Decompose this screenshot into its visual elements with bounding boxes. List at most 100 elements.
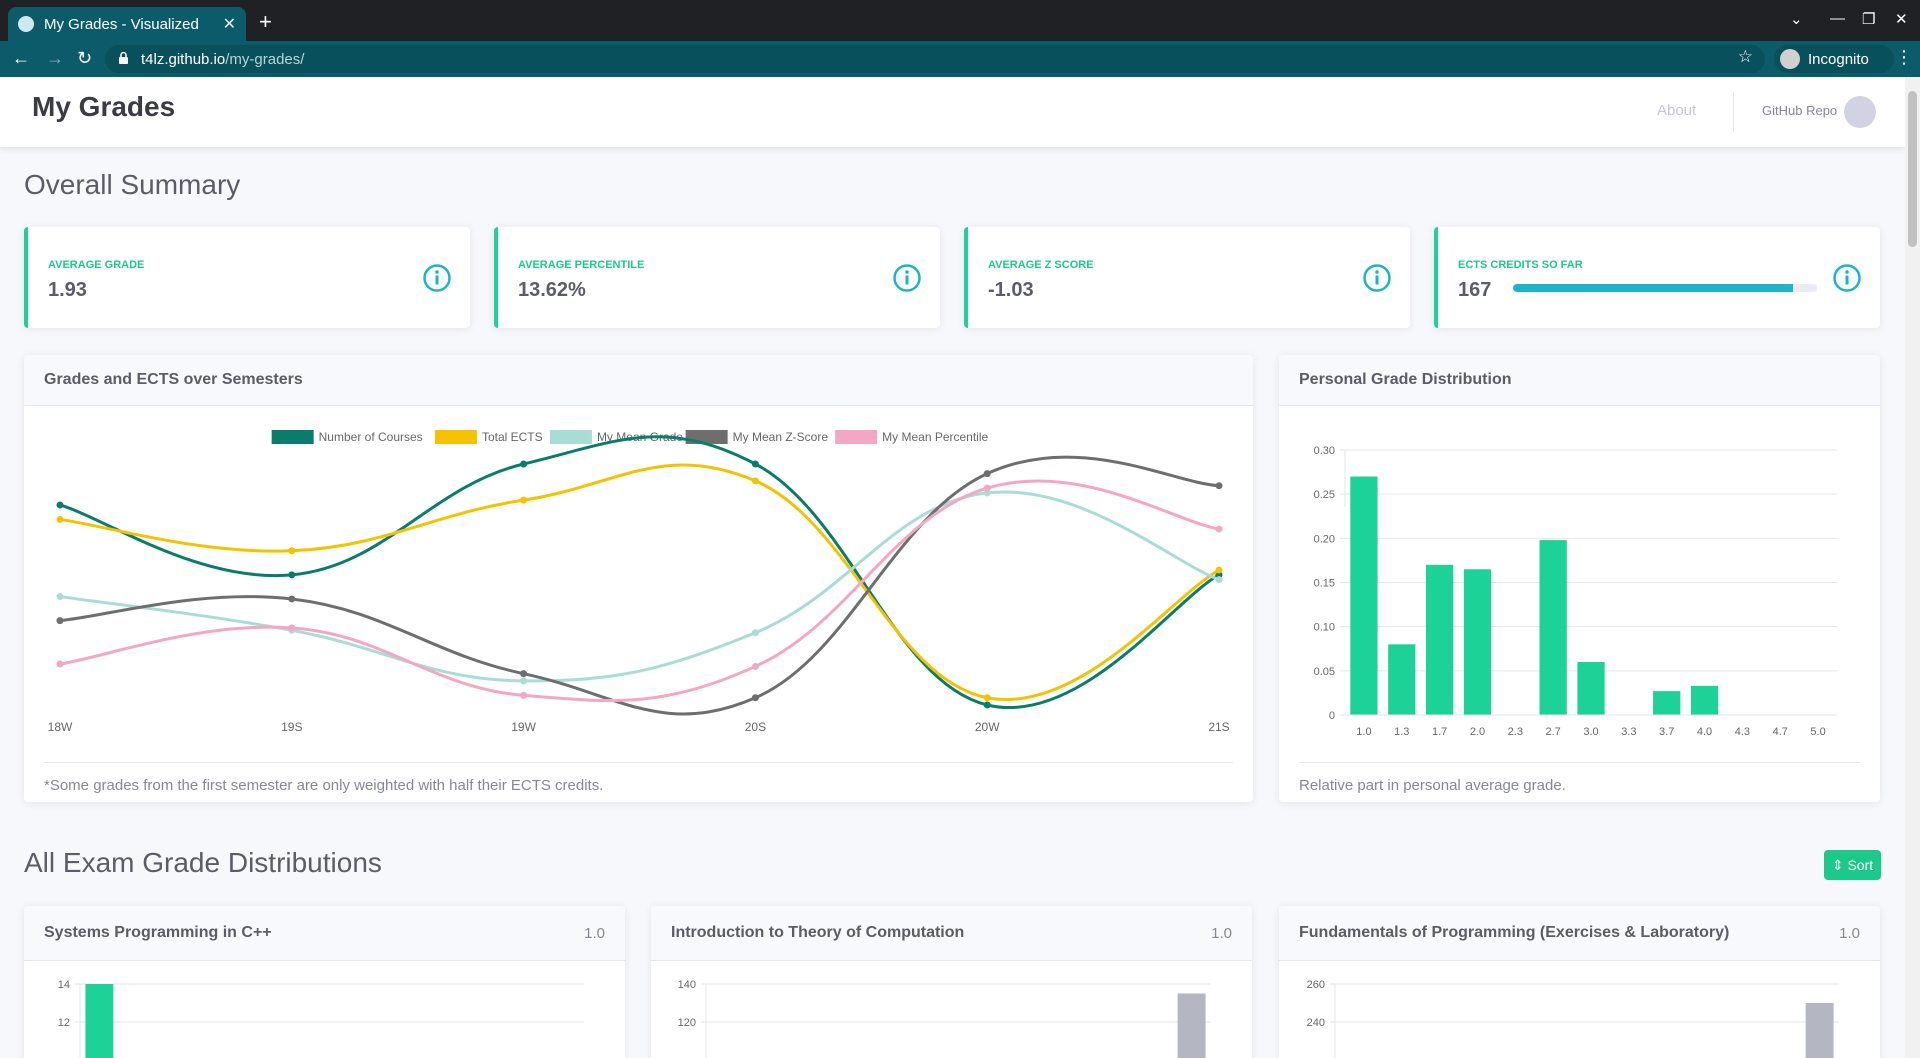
bar-1-3 — [1388, 644, 1416, 715]
url-host: t4lz.github.io — [141, 50, 226, 68]
series-line-my-mean-percentile — [59, 479, 1220, 703]
card-header: Fundamentals of Programming (Exercises &… — [1279, 906, 1880, 961]
about-link[interactable]: About — [1657, 102, 1696, 119]
card-header: Grades and ECTS over Semesters — [24, 355, 1253, 406]
page-content: My Grades About GitHub Repo Overall Summ… — [0, 77, 1905, 1058]
y-tick-label: 0.15 — [1314, 578, 1335, 590]
close-tab-icon[interactable]: ✕ — [223, 14, 236, 34]
github-repo-link[interactable]: GitHub Repo — [1762, 103, 1837, 118]
x-tick-label: 19W — [511, 720, 536, 734]
bookmark-star-icon[interactable]: ☆ — [1738, 47, 1753, 67]
card-footnote: Relative part in personal average grade. — [1299, 777, 1566, 794]
incognito-icon — [1780, 49, 1800, 69]
legend-swatch-total-ects — [434, 430, 477, 444]
exam-grade: 1.0 — [1839, 925, 1860, 942]
bar-4-0 — [1690, 685, 1719, 715]
url-path: /my-grades/ — [225, 50, 305, 68]
page-scrollbar[interactable] — [1905, 77, 1920, 1058]
x-tick-label: 1.3 — [1394, 726, 1409, 738]
globe-icon — [18, 16, 34, 32]
new-tab-icon[interactable]: + — [259, 9, 272, 35]
series-point-my-mean-z-score — [751, 694, 759, 702]
series-point-my-mean-percentile — [1215, 525, 1223, 533]
y-tick-label: 12 — [58, 1017, 70, 1029]
card-header: Systems Programming in C++ 1.0 — [24, 906, 625, 961]
x-tick-label: 3.0 — [1583, 726, 1598, 738]
stat-card-average-grade: AVERAGE GRADE 1.93 — [24, 227, 470, 328]
y-tick-label: 260 — [1307, 979, 1325, 991]
x-tick-label: 4.3 — [1735, 726, 1750, 738]
series-point-my-mean-z-score — [56, 617, 64, 625]
reload-icon[interactable]: ↻ — [77, 48, 92, 69]
bar-1-7 — [1425, 564, 1454, 715]
stat-card-ects-credits: ECTS CREDITS SO FAR 167 — [1434, 227, 1880, 328]
bar-2-0 — [1463, 569, 1492, 715]
lock-icon — [119, 52, 128, 64]
bar-5-0 — [1805, 1003, 1834, 1058]
browser-toolbar: ← → ↻ t4lz.github.io/my-grades/ ☆ Incogn… — [0, 41, 1920, 77]
stat-card-average-percentile: AVERAGE PERCENTILE 13.62% — [494, 227, 940, 328]
x-tick-label: 19S — [281, 720, 302, 734]
y-tick-label: 0.10 — [1314, 622, 1335, 634]
stat-value: 1.93 — [48, 279, 87, 301]
x-tick-label: 20S — [745, 720, 766, 734]
stat-label: AVERAGE Z SCORE — [988, 259, 1094, 271]
stat-value: 13.62% — [518, 279, 586, 301]
x-tick-label: 3.7 — [1659, 726, 1674, 738]
x-tick-label: 4.0 — [1697, 726, 1712, 738]
series-point-my-mean-percentile — [983, 484, 991, 492]
x-tick-label: 1.0 — [1356, 726, 1371, 738]
address-bar[interactable]: t4lz.github.io/my-grades/ ☆ — [105, 45, 1765, 73]
sort-button[interactable]: ⇕ Sort — [1824, 850, 1881, 880]
series-point-my-mean-grade — [751, 629, 759, 637]
info-icon[interactable] — [1362, 263, 1392, 293]
x-tick-label: 1.7 — [1432, 726, 1447, 738]
series-point-number-of-courses — [56, 501, 64, 509]
browser-menu-icon[interactable]: ⋮ — [1895, 47, 1913, 68]
stat-value: -1.03 — [988, 279, 1034, 301]
forward-icon[interactable]: → — [46, 48, 64, 69]
exam-distribution-chart: 12 14 — [58, 979, 584, 1058]
close-window-icon[interactable]: ✕ — [1895, 10, 1908, 28]
info-icon[interactable] — [892, 263, 922, 293]
ects-progress-fill — [1513, 284, 1793, 292]
browser-tab-bar: My Grades - Visualized ✕ + ⌄ — ❐ ✕ — [0, 0, 1920, 41]
info-icon[interactable] — [1832, 263, 1862, 293]
y-tick-label: 0.25 — [1314, 489, 1335, 501]
legend-swatch-number-of-courses — [271, 430, 314, 444]
series-point-number-of-courses — [751, 460, 759, 468]
x-tick-label: 21S — [1208, 720, 1229, 734]
series-point-number-of-courses — [520, 460, 528, 468]
series-point-my-mean-percentile — [520, 691, 528, 699]
tab-search-icon[interactable]: ⌄ — [1790, 10, 1803, 28]
summary-heading: Overall Summary — [24, 169, 241, 200]
top-navbar: My Grades About GitHub Repo — [0, 77, 1905, 147]
legend-swatch-my-mean-percentile — [835, 430, 878, 444]
bar-3-7 — [1653, 691, 1681, 715]
browser-tab[interactable]: My Grades - Visualized ✕ — [8, 7, 246, 41]
legend-label-my-mean-z-score: My Mean Z-Score — [733, 430, 829, 444]
tab-title: My Grades - Visualized — [44, 15, 199, 33]
series-point-my-mean-percentile — [751, 662, 759, 670]
info-icon[interactable] — [422, 263, 452, 293]
scrollbar-thumb[interactable] — [1908, 91, 1917, 247]
github-icon[interactable] — [1844, 96, 1876, 128]
incognito-profile[interactable]: Incognito — [1774, 45, 1894, 73]
back-icon[interactable]: ← — [12, 48, 30, 69]
restore-icon[interactable]: ❐ — [1862, 10, 1875, 28]
series-point-my-mean-grade — [520, 677, 528, 685]
minimize-icon[interactable]: — — [1830, 10, 1845, 27]
series-point-total-ects — [1215, 566, 1223, 574]
exam-distribution-chart: 120 140 — [678, 979, 1211, 1058]
ects-progress-bar — [1513, 284, 1817, 292]
y-tick-label: 120 — [678, 1017, 696, 1029]
brand-title[interactable]: My Grades — [32, 91, 175, 123]
card-title: Grades and ECTS over Semesters — [44, 371, 303, 388]
stat-value: 167 — [1458, 279, 1492, 301]
legend-label-number-of-courses: Number of Courses — [319, 430, 423, 444]
x-tick-label: 2.7 — [1546, 726, 1561, 738]
exam-grade: 1.0 — [1211, 925, 1232, 942]
series-point-my-mean-z-score — [1215, 482, 1223, 490]
x-tick-label: 2.0 — [1470, 726, 1485, 738]
stat-label: AVERAGE GRADE — [48, 259, 145, 271]
